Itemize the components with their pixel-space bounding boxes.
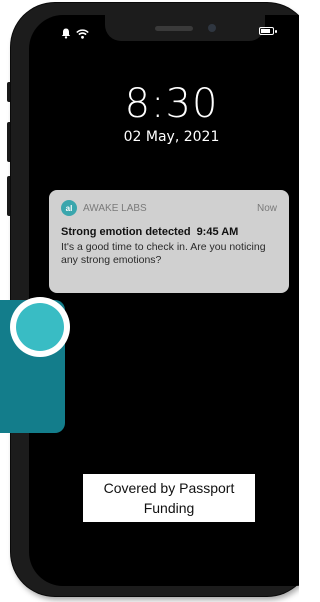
notification-event-time: 9:45 AM — [196, 226, 239, 238]
speaker-grille — [155, 26, 193, 31]
notch — [105, 15, 265, 41]
battery-icon — [259, 27, 277, 35]
funding-caption: Covered by Passport Funding — [83, 474, 255, 522]
lock-screen-time: 8:30 — [124, 81, 219, 127]
wifi-icon — [76, 26, 89, 44]
notification-title: Strong emotion detected — [61, 226, 191, 238]
app-icon: al — [61, 200, 77, 216]
funding-caption-line1: Covered by Passport — [103, 480, 235, 496]
status-icons-left — [61, 26, 89, 44]
bell-icon — [61, 26, 71, 44]
notification-header: al AWAKE LABS Now — [61, 200, 277, 216]
funding-caption-line2: Funding — [143, 500, 195, 516]
lock-screen-date: 02 May, 2021 — [123, 129, 220, 145]
teal-dot — [16, 303, 64, 351]
page: 8:30 02 May, 2021 al AWAKE LABS Now Stro… — [0, 0, 299, 602]
notification-card[interactable]: al AWAKE LABS Now Strong emotion detecte… — [49, 190, 289, 293]
status-icons-right — [259, 27, 277, 35]
notification-title-row: Strong emotion detected 9:45 AM — [61, 226, 277, 238]
notification-body: It's a good time to check in. Are you no… — [61, 241, 266, 266]
app-name: AWAKE LABS — [83, 202, 147, 214]
front-camera — [208, 24, 216, 32]
notification-received: Now — [256, 202, 277, 214]
